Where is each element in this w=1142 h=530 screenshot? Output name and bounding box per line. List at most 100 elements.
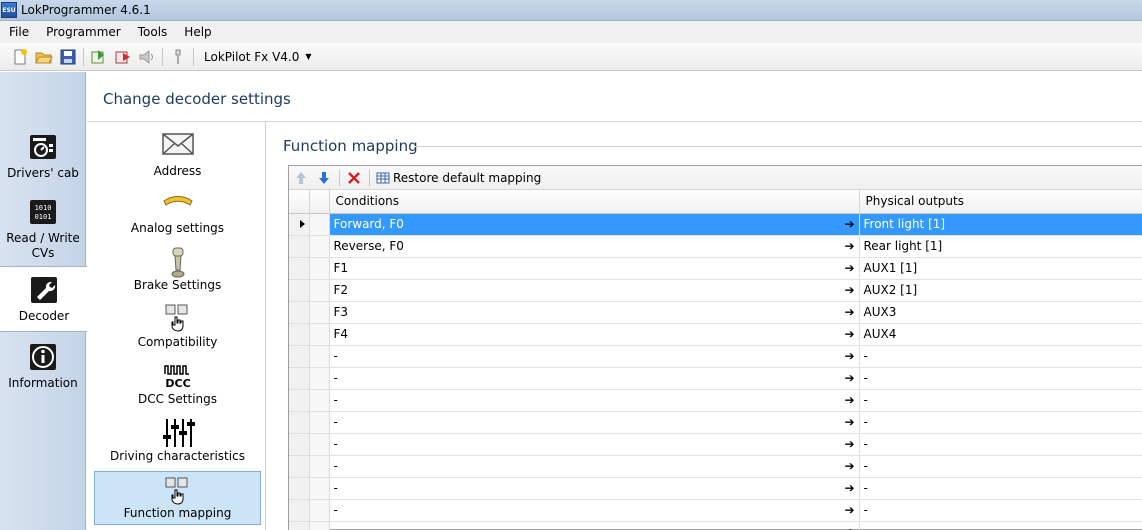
output-cell[interactable]: AUX3	[859, 301, 1142, 324]
column-header-physical-outputs[interactable]: Physical outputs	[859, 190, 1142, 214]
arrow-right-icon: ➔	[844, 414, 855, 429]
move-up-button[interactable]	[293, 170, 309, 186]
output-cell[interactable]: AUX4	[859, 323, 1142, 346]
table-row[interactable]: F4 ➔ AUX4	[289, 323, 1142, 346]
condition-cell[interactable]: -➔	[329, 345, 860, 368]
condition-cell[interactable]: -➔	[329, 521, 860, 530]
category-compatibility[interactable]: Compatibility	[94, 299, 261, 353]
condition-cell[interactable]: -➔	[329, 499, 860, 522]
row-header[interactable]	[289, 345, 310, 368]
output-cell[interactable]: -	[859, 411, 1142, 434]
output-cell[interactable]: -	[859, 455, 1142, 478]
menu-file[interactable]: File	[0, 21, 37, 43]
restore-default-mapping-button[interactable]: Restore default mapping	[376, 170, 541, 186]
decoder-type-dropdown[interactable]: LokPilot Fx V4.0 ▼	[204, 50, 312, 64]
nav-read-write-cvs[interactable]: 1010 0101 Read / Write CVs	[0, 197, 86, 261]
delete-button[interactable]	[346, 170, 362, 186]
row-header[interactable]	[289, 367, 310, 390]
table-row[interactable]: -➔-	[289, 477, 1142, 500]
table-row[interactable]: -➔-	[289, 367, 1142, 390]
menu-programmer[interactable]: Programmer	[37, 21, 129, 43]
condition-cell[interactable]: F4 ➔	[329, 323, 860, 346]
category-brake-settings[interactable]: Brake Settings	[94, 242, 261, 296]
table-row[interactable]: -➔-	[289, 433, 1142, 456]
arrow-down-icon	[319, 171, 329, 184]
table-row[interactable]: -➔-	[289, 521, 1142, 530]
table-row[interactable]: Forward, F0 ➔ Front light [1]	[289, 213, 1142, 236]
row-header[interactable]	[289, 235, 310, 258]
sound-icon[interactable]	[138, 48, 156, 66]
row-gap-cell	[309, 389, 330, 412]
table-row[interactable]: -➔-	[289, 455, 1142, 478]
row-gap-cell	[309, 323, 330, 346]
condition-cell[interactable]: F3 ➔	[329, 301, 860, 324]
new-file-icon[interactable]	[11, 48, 29, 66]
row-header[interactable]	[289, 323, 310, 346]
category-dcc-settings[interactable]: DCC DCC Settings	[94, 356, 261, 410]
row-header[interactable]	[289, 433, 310, 456]
table-row[interactable]: F1 ➔ AUX1 [1]	[289, 257, 1142, 280]
table-row[interactable]: F3 ➔ AUX3	[289, 301, 1142, 324]
programmer-icon[interactable]	[169, 48, 187, 66]
wrench-icon	[31, 277, 57, 303]
table-row[interactable]: -➔-	[289, 499, 1142, 522]
row-header[interactable]	[289, 477, 310, 500]
condition-cell[interactable]: F2 ➔	[329, 279, 860, 302]
condition-cell[interactable]: -➔	[329, 433, 860, 456]
row-header[interactable]	[289, 257, 310, 280]
section-title: Function mapping	[283, 137, 418, 155]
output-cell[interactable]: -	[859, 389, 1142, 412]
output-cell[interactable]: Front light [1]	[859, 213, 1142, 236]
row-gap-cell	[309, 477, 330, 500]
output-cell[interactable]: -	[859, 345, 1142, 368]
condition-cell[interactable]: Forward, F0 ➔	[329, 213, 860, 236]
table-row[interactable]: -➔-	[289, 345, 1142, 368]
menu-help[interactable]: Help	[175, 21, 219, 43]
output-cell[interactable]: -	[859, 433, 1142, 456]
table-row[interactable]: -➔-	[289, 411, 1142, 434]
open-folder-icon[interactable]	[35, 48, 53, 66]
nav-drivers-cab[interactable]: Drivers' cab	[0, 132, 86, 181]
move-down-button[interactable]	[316, 170, 332, 186]
function-mapping-icon	[165, 477, 187, 505]
condition-cell[interactable]: -➔	[329, 455, 860, 478]
column-header-conditions[interactable]: Conditions	[329, 190, 860, 214]
output-cell[interactable]: AUX1 [1]	[859, 257, 1142, 280]
nav-information[interactable]: Information	[0, 342, 86, 391]
row-header[interactable]	[289, 411, 310, 434]
row-header[interactable]	[289, 389, 310, 412]
read-decoder-icon[interactable]	[90, 48, 108, 66]
category-function-mapping[interactable]: Function mapping	[94, 471, 261, 525]
output-cell[interactable]: -	[859, 499, 1142, 522]
condition-cell[interactable]: -➔	[329, 389, 860, 412]
write-decoder-icon[interactable]	[114, 48, 132, 66]
row-header[interactable]	[289, 301, 310, 324]
row-header[interactable]	[289, 521, 310, 530]
condition-cell[interactable]: -➔	[329, 411, 860, 434]
row-header[interactable]	[289, 213, 310, 236]
nav-decoder[interactable]: Decoder	[0, 266, 88, 332]
row-header[interactable]	[289, 499, 310, 522]
output-cell[interactable]: -	[859, 367, 1142, 390]
row-header[interactable]	[289, 279, 310, 302]
category-analog-settings[interactable]: Analog settings	[94, 185, 261, 239]
output-cell[interactable]: -	[859, 477, 1142, 500]
condition-cell[interactable]: F1 ➔	[329, 257, 860, 280]
condition-cell[interactable]: -➔	[329, 477, 860, 500]
table-row[interactable]: F2 ➔ AUX2 [1]	[289, 279, 1142, 302]
output-cell[interactable]: AUX2 [1]	[859, 279, 1142, 302]
save-icon[interactable]	[59, 48, 77, 66]
menu-tools[interactable]: Tools	[129, 21, 176, 43]
svg-text:0101: 0101	[35, 213, 52, 221]
condition-cell[interactable]: Reverse, F0 ➔	[329, 235, 860, 258]
table-row[interactable]: -➔-	[289, 389, 1142, 412]
category-address[interactable]: Address	[94, 128, 261, 182]
category-driving-characteristics[interactable]: Driving characteristics	[94, 413, 261, 467]
output-cell[interactable]: Rear light [1]	[859, 235, 1142, 258]
row-header[interactable]	[289, 455, 310, 478]
arrow-right-icon: ➔	[844, 348, 855, 363]
output-cell[interactable]: -	[859, 521, 1142, 530]
condition-cell[interactable]: -➔	[329, 367, 860, 390]
table-row[interactable]: Reverse, F0 ➔ Rear light [1]	[289, 235, 1142, 258]
row-gap-cell	[309, 499, 330, 522]
